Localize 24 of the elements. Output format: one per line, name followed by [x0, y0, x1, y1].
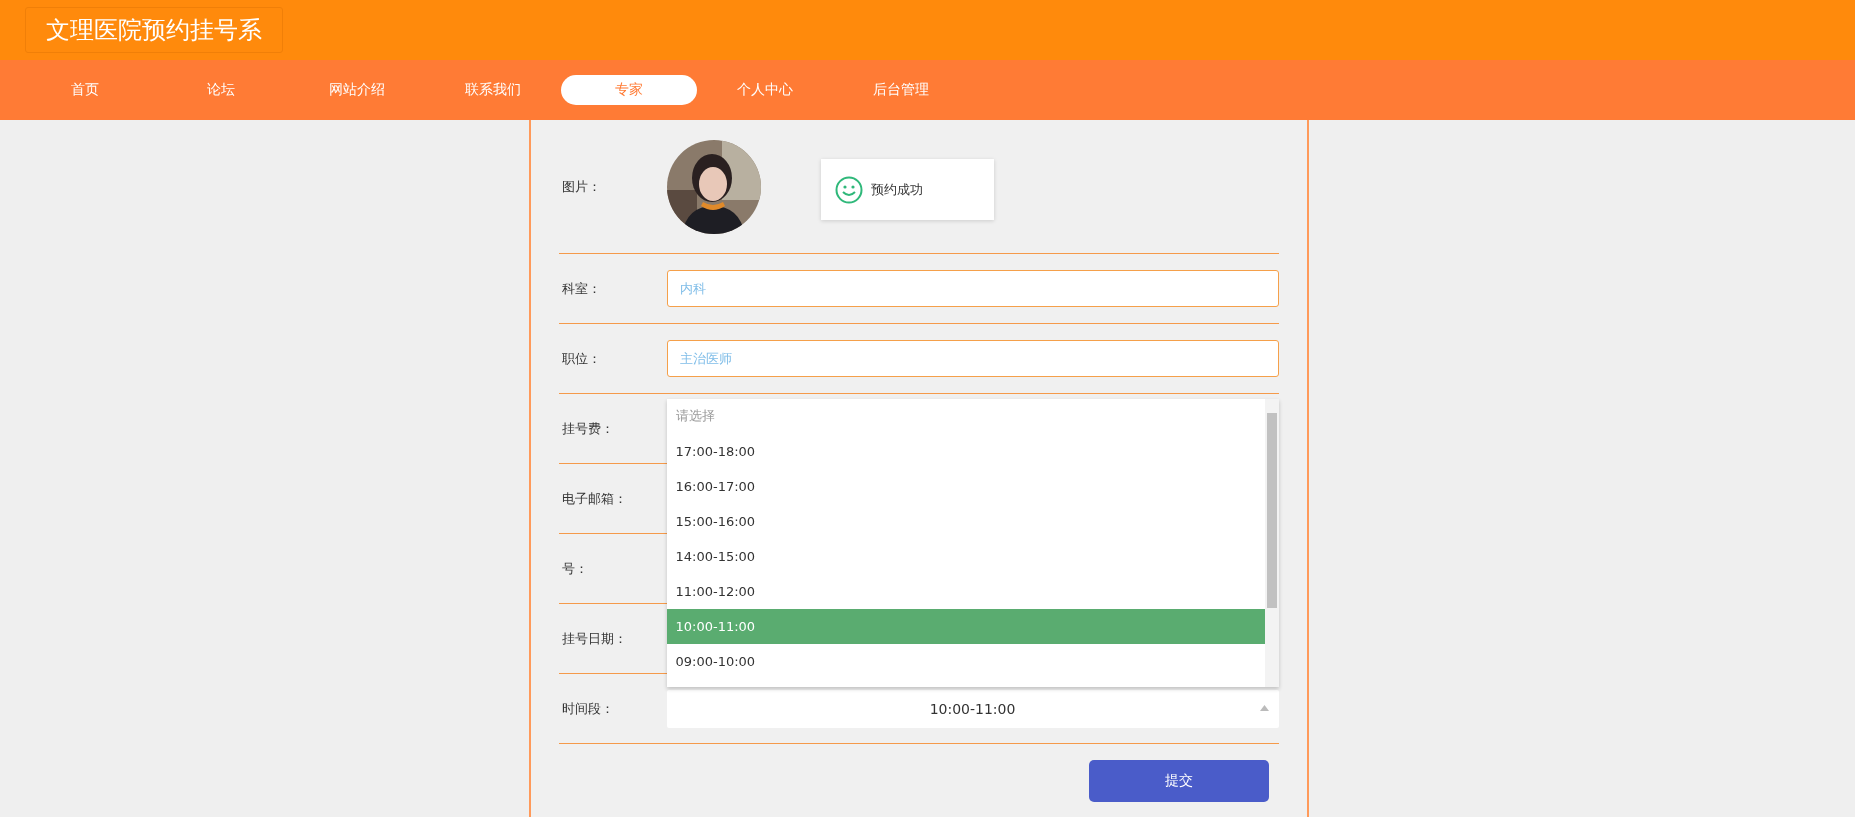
dropdown-option[interactable]: 10:00-11:00	[666, 608, 1265, 644]
text-field[interactable]: 内科	[666, 270, 1279, 307]
text-field[interactable]: 主治医师	[666, 340, 1279, 377]
nav-tab[interactable]: 联系我们	[425, 75, 561, 105]
caret-icon	[1259, 704, 1269, 711]
nav-tab[interactable]: 专家	[561, 75, 697, 105]
nav-tab[interactable]: 后台管理	[833, 75, 969, 105]
nav-tab[interactable]: 网站介绍	[289, 75, 425, 105]
nav-tab[interactable]: 个人中心	[697, 75, 833, 105]
submit-button[interactable]: 提交	[1088, 759, 1269, 802]
dropdown-option[interactable]: 请选择	[666, 398, 1265, 434]
field-label: 挂号日期：	[560, 629, 628, 648]
field-label: 电子邮箱：	[560, 489, 628, 508]
nav-tab[interactable]: 论坛	[153, 75, 289, 105]
field-label: 图片：	[560, 177, 602, 196]
field-label: 挂号费：	[560, 419, 615, 438]
smiley-icon	[834, 175, 863, 204]
field-label: 时间段：	[560, 699, 615, 718]
field-label: 号：	[560, 559, 589, 578]
field-label: 科室：	[560, 279, 602, 298]
nav-tab[interactable]: 首页	[17, 75, 153, 105]
field-label: 职位：	[560, 349, 602, 368]
toast-message: 预约成功	[870, 180, 923, 199]
site-title: 文理医院预约挂号系	[25, 7, 283, 53]
